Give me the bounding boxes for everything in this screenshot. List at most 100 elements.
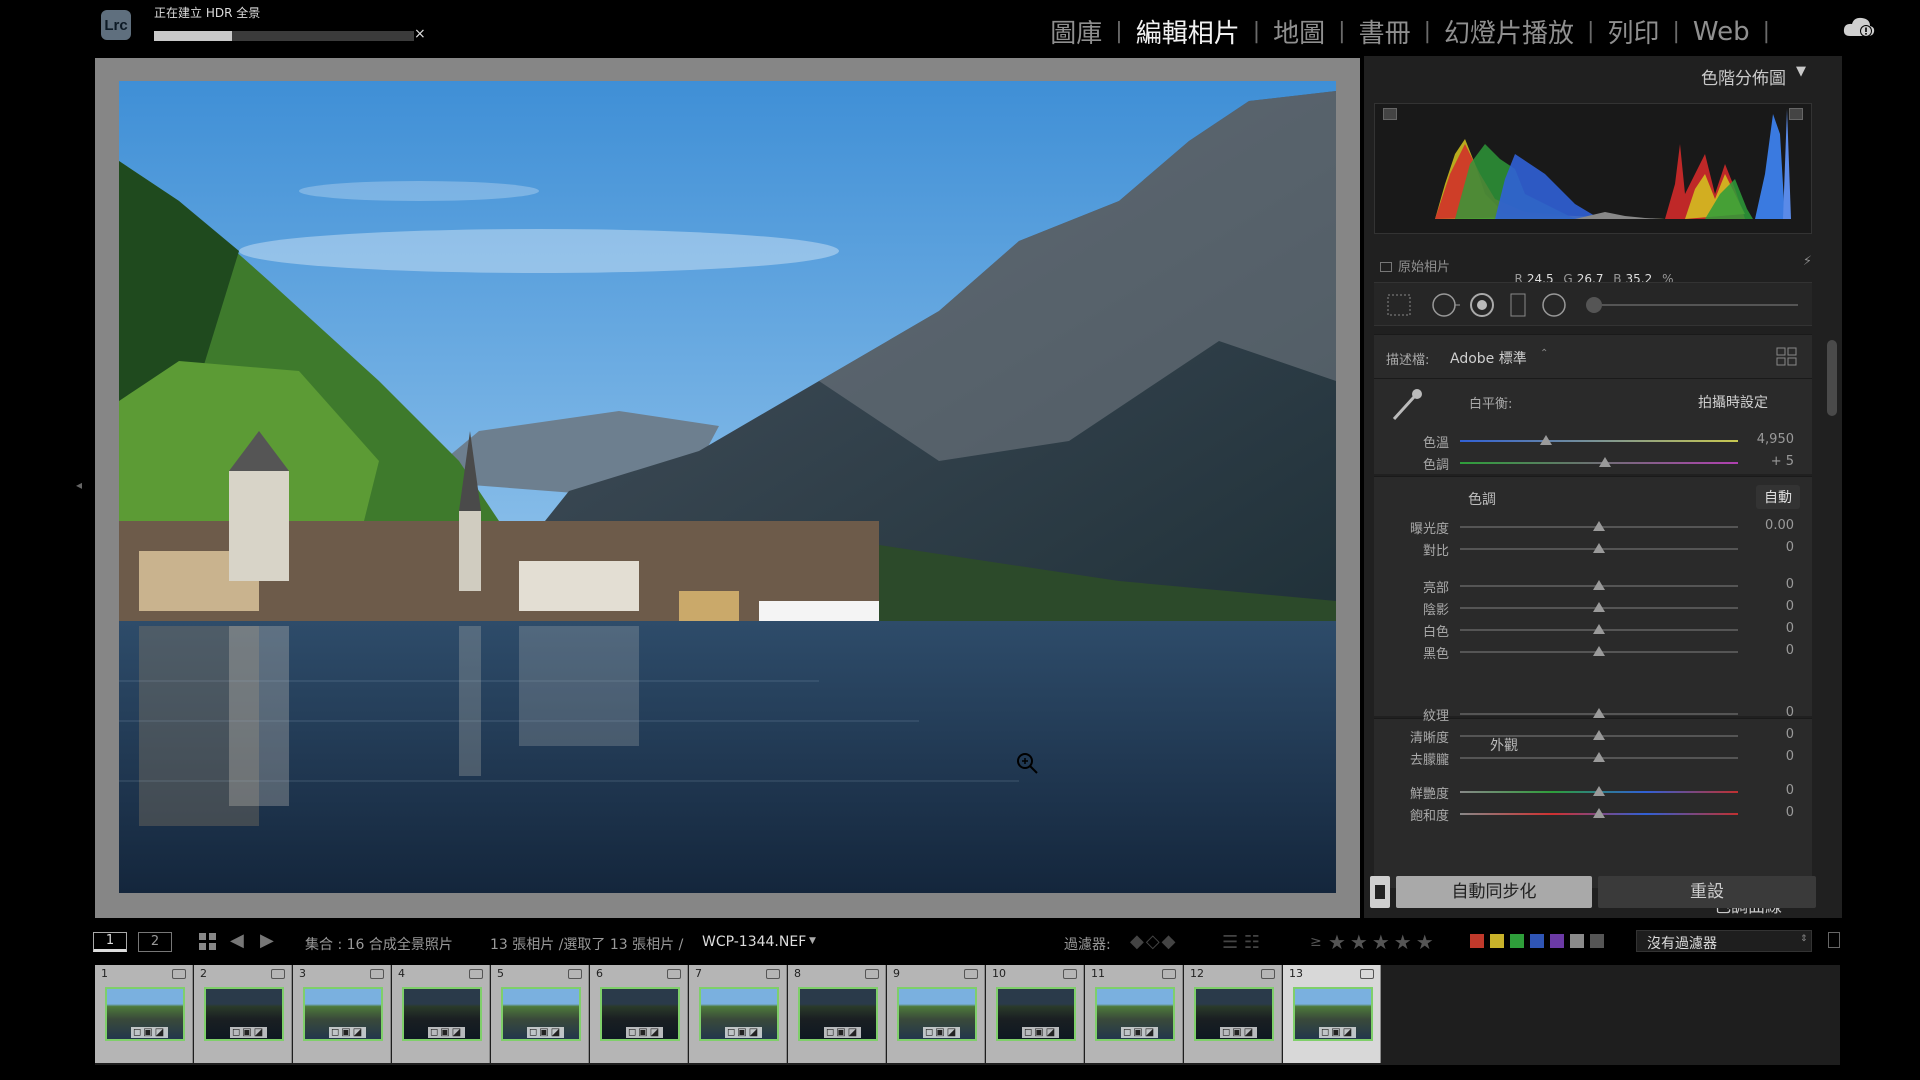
module-tab-0[interactable]: 圖庫	[1037, 13, 1115, 50]
tone-5-slider-thumb[interactable]	[1593, 646, 1605, 656]
filter-lock-icon[interactable]	[1828, 932, 1840, 948]
profile-dropdown[interactable]: Adobe 標準	[1450, 348, 1527, 368]
filter-preset-dropdown[interactable]: 沒有過濾器	[1636, 930, 1812, 952]
pick-flag-icon[interactable]	[865, 969, 879, 979]
wb-dropdown[interactable]: 拍攝時設定	[1698, 392, 1768, 412]
edit-filter-icons[interactable]: ☰ ☷	[1222, 932, 1260, 953]
pick-flag-icon[interactable]	[1261, 969, 1275, 979]
module-tab-3[interactable]: 書冊	[1346, 13, 1424, 50]
pick-flag-icon[interactable]	[1063, 969, 1077, 979]
photo-preview[interactable]	[119, 81, 1336, 893]
color-label-0[interactable]	[1470, 934, 1484, 948]
presence-2-slider-thumb[interactable]	[1593, 752, 1605, 762]
pick-flag-icon[interactable]	[568, 969, 582, 979]
temperature-value[interactable]: 4,950	[1744, 432, 1794, 447]
pick-flag-icon[interactable]	[1360, 969, 1374, 979]
presence-4-slider-thumb[interactable]	[1593, 808, 1605, 818]
cloud-sync-icon[interactable]	[1842, 14, 1876, 40]
reset-button[interactable]: 重設	[1598, 876, 1816, 908]
tone-1-value[interactable]: 0	[1744, 540, 1794, 555]
filename-dropdown-icon[interactable]: ▼	[809, 936, 816, 946]
tone-3-slider-thumb[interactable]	[1593, 602, 1605, 612]
original-photo-checkbox[interactable]: 原始相片	[1380, 256, 1450, 275]
module-tab-4[interactable]: 幻燈片播放	[1431, 13, 1587, 50]
filmstrip-thumbnail[interactable]: 2 ◻▣◪	[194, 965, 292, 1063]
spot-removal-icon[interactable]	[1432, 293, 1460, 317]
primary-display-button[interactable]: 1	[93, 932, 127, 952]
secondary-display-button[interactable]: 2	[138, 932, 172, 952]
filmstrip-thumbnail[interactable]: 5 ◻▣◪	[491, 965, 589, 1063]
filmstrip-thumbnail[interactable]: 6 ◻▣◪	[590, 965, 688, 1063]
color-label-1[interactable]	[1490, 934, 1504, 948]
tint-value[interactable]: + 5	[1744, 454, 1794, 469]
pick-flag-icon[interactable]	[1162, 969, 1176, 979]
histogram-title[interactable]: 色階分佈圖	[1701, 64, 1786, 89]
filmstrip-thumbnail[interactable]: 9 ◻▣◪	[887, 965, 985, 1063]
tone-4-slider-thumb[interactable]	[1593, 624, 1605, 634]
tone-4-value[interactable]: 0	[1744, 621, 1794, 636]
left-panel-toggle-icon[interactable]: ◂	[76, 478, 82, 492]
color-label-5[interactable]	[1570, 934, 1584, 948]
star-rating-filter[interactable]: ★★★★★	[1328, 930, 1438, 954]
lightning-icon[interactable]: ⚡	[1803, 254, 1812, 269]
grid-view-icon[interactable]	[198, 932, 218, 952]
tone-2-value[interactable]: 0	[1744, 577, 1794, 592]
tone-1-slider-thumb[interactable]	[1593, 543, 1605, 553]
presence-1-slider-thumb[interactable]	[1593, 730, 1605, 740]
color-label-6[interactable]	[1590, 934, 1604, 948]
filmstrip-thumbnail[interactable]: 4 ◻▣◪	[392, 965, 490, 1063]
current-filename[interactable]: WCP-1344.NEF	[702, 934, 806, 950]
task-cancel-button[interactable]: ×	[414, 26, 426, 42]
collection-label[interactable]: 集合 : 16 合成全景照片	[305, 934, 453, 954]
filmstrip-thumbnail[interactable]: 3 ◻▣◪	[293, 965, 391, 1063]
presence-1-value[interactable]: 0	[1744, 727, 1794, 742]
filmstrip-thumbnail[interactable]: 10 ◻▣◪	[986, 965, 1084, 1063]
color-label-3[interactable]	[1530, 934, 1544, 948]
module-tab-5[interactable]: 列印	[1594, 13, 1672, 50]
pick-flag-icon[interactable]	[964, 969, 978, 979]
profile-browser-grid-icon[interactable]	[1776, 347, 1798, 367]
filmstrip-thumbnail[interactable]: 8 ◻▣◪	[788, 965, 886, 1063]
auto-sync-button[interactable]: 自動同步化	[1396, 876, 1592, 908]
tone-0-value[interactable]: 0.00	[1744, 518, 1794, 533]
panel-scrollbar[interactable]	[1827, 340, 1837, 416]
filmstrip-thumbnail[interactable]: 7 ◻▣◪	[689, 965, 787, 1063]
red-eye-icon[interactable]	[1470, 293, 1494, 317]
rating-operator[interactable]: ≥	[1310, 934, 1322, 950]
radial-filter-icon[interactable]	[1542, 293, 1566, 317]
pick-flag-icon[interactable]	[370, 969, 384, 979]
presence-3-slider-thumb[interactable]	[1593, 786, 1605, 796]
filter-dropdown-arrow-icon[interactable]: ⇕	[1800, 934, 1808, 944]
tone-5-value[interactable]: 0	[1744, 643, 1794, 658]
filmstrip-thumbnail[interactable]: 12 ◻▣◪	[1184, 965, 1282, 1063]
tint-slider-thumb[interactable]	[1598, 457, 1611, 467]
tone-3-value[interactable]: 0	[1744, 599, 1794, 614]
graduated-filter-icon[interactable]	[1510, 293, 1526, 317]
filmstrip-thumbnail[interactable]: 1 ◻▣◪	[95, 965, 193, 1063]
histogram-collapse-icon[interactable]: ▼	[1796, 64, 1806, 79]
sync-switch[interactable]	[1370, 876, 1390, 908]
pick-flag-icon[interactable]	[766, 969, 780, 979]
pick-flag-icon[interactable]	[172, 969, 186, 979]
brush-slider[interactable]	[1586, 297, 1798, 313]
flag-filter-icons[interactable]: ◆◇◆	[1130, 931, 1178, 952]
module-tab-6[interactable]: Web	[1680, 17, 1763, 47]
color-label-4[interactable]	[1550, 934, 1564, 948]
shadow-clipping-icon[interactable]	[1383, 108, 1397, 120]
presence-3-value[interactable]: 0	[1744, 783, 1794, 798]
module-tab-1[interactable]: 編輯相片	[1123, 13, 1253, 50]
color-label-2[interactable]	[1510, 934, 1524, 948]
tone-0-slider-thumb[interactable]	[1593, 521, 1605, 531]
temperature-slider-thumb[interactable]	[1540, 435, 1553, 445]
profile-dropdown-arrow-icon[interactable]: ⌃	[1540, 348, 1548, 359]
filmstrip-thumbnail[interactable]: 11 ◻▣◪	[1085, 965, 1183, 1063]
pick-flag-icon[interactable]	[271, 969, 285, 979]
pick-flag-icon[interactable]	[667, 969, 681, 979]
module-tab-2[interactable]: 地圖	[1260, 13, 1338, 50]
checkbox-box[interactable]	[1380, 262, 1392, 272]
presence-4-value[interactable]: 0	[1744, 805, 1794, 820]
pick-flag-icon[interactable]	[469, 969, 483, 979]
presence-0-slider-thumb[interactable]	[1593, 708, 1605, 718]
presence-2-value[interactable]: 0	[1744, 749, 1794, 764]
presence-0-value[interactable]: 0	[1744, 705, 1794, 720]
